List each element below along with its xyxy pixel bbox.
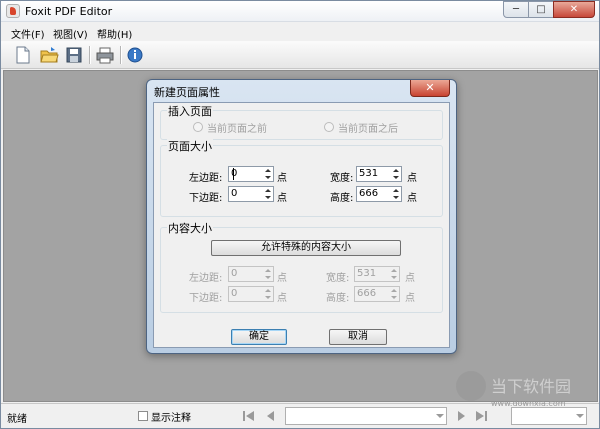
last-page-icon[interactable] (473, 408, 489, 424)
dialog-body: 插入页面 当前页面之前 当前页面之后 页面大小 左边距: 0 点 宽度: 531… (153, 102, 450, 348)
chevron-down-icon (436, 414, 444, 418)
menu-bar: 文件(F) 视图(V) 帮助(H) (1, 23, 599, 41)
cancel-button[interactable]: 取消 (329, 329, 387, 345)
insert-page-group-title: 插入页面 (167, 103, 213, 119)
zoom-combo[interactable] (511, 407, 587, 425)
content-left-margin-spinner[interactable]: 0 (228, 266, 274, 282)
content-left-margin-value: 0 (231, 268, 238, 279)
open-folder-icon[interactable] (39, 45, 59, 65)
insert-after-label: 当前页面之后 (338, 124, 398, 135)
allow-special-content-size-button[interactable]: 允许特殊的内容大小 (211, 240, 401, 256)
page-width-unit: 点 (407, 173, 417, 184)
page-width-spinner[interactable]: 531 (356, 166, 402, 182)
new-page-properties-dialog: 新建页面属性 ✕ 插入页面 当前页面之前 当前页面之后 页面大小 左边距: 0 … (146, 79, 457, 354)
spinner-arrows-icon[interactable] (263, 267, 273, 281)
prev-page-icon[interactable] (263, 408, 279, 424)
watermark-url: www.downxia.com (491, 399, 566, 408)
spinner-arrows-icon[interactable] (389, 267, 399, 281)
menu-view[interactable]: 视图(V) (53, 26, 88, 41)
window-title: Foxit PDF Editor (25, 5, 113, 18)
content-width-spinner[interactable]: 531 (354, 266, 400, 282)
menu-help[interactable]: 帮助(H) (97, 26, 132, 41)
insert-before-label: 当前页面之前 (207, 124, 267, 135)
close-button[interactable]: ✕ (553, 1, 595, 18)
page-bottom-margin-value: 0 (231, 188, 238, 199)
spinner-arrows-icon[interactable] (263, 167, 273, 181)
content-bottom-margin-unit: 点 (277, 293, 287, 304)
spinner-arrows-icon[interactable] (391, 187, 401, 201)
show-annotations-checkbox[interactable] (138, 411, 148, 421)
content-left-margin-unit: 点 (277, 273, 287, 284)
page-number-combo[interactable] (285, 407, 447, 425)
page-bottom-margin-unit: 点 (277, 193, 287, 204)
print-icon[interactable] (95, 45, 115, 65)
page-height-spinner[interactable]: 666 (356, 186, 402, 202)
spinner-arrows-icon[interactable] (263, 187, 273, 201)
foxit-logo-icon (6, 4, 20, 18)
content-size-group-title: 内容大小 (167, 220, 213, 236)
app-window: Foxit PDF Editor ─ □ ✕ 文件(F) 视图(V) 帮助(H) (0, 0, 600, 429)
spinner-arrows-icon[interactable] (263, 287, 273, 301)
dialog-title: 新建页面属性 (154, 86, 220, 99)
content-height-spinner[interactable]: 666 (354, 286, 400, 302)
status-ready-text: 就绪 (7, 414, 27, 425)
content-height-label: 高度: (326, 293, 350, 304)
page-height-unit: 点 (407, 193, 417, 204)
content-width-value: 531 (357, 268, 377, 279)
content-bottom-margin-label: 下边距: (189, 293, 223, 304)
page-height-value: 666 (359, 188, 379, 199)
menu-file[interactable]: 文件(F) (11, 26, 45, 41)
maximize-button[interactable]: □ (528, 1, 554, 18)
watermark-logo-icon (456, 371, 486, 401)
spinner-arrows-icon[interactable] (391, 167, 401, 181)
spinner-arrows-icon[interactable] (389, 287, 399, 301)
insert-before-radio[interactable] (193, 122, 203, 132)
next-page-icon[interactable] (453, 408, 469, 424)
page-bottom-margin-label: 下边距: (189, 193, 223, 204)
chevron-down-icon (576, 414, 584, 418)
content-left-margin-label: 左边距: (189, 273, 223, 284)
content-height-unit: 点 (405, 293, 415, 304)
title-bar: Foxit PDF Editor ─ □ ✕ (1, 1, 599, 22)
content-bottom-margin-spinner[interactable]: 0 (228, 286, 274, 302)
content-width-label: 宽度: (326, 273, 350, 284)
caption-buttons: ─ □ ✕ (503, 1, 595, 18)
page-left-margin-label: 左边距: (189, 173, 223, 184)
watermark-brand: 当下软件园 (491, 377, 572, 396)
toolbar (1, 41, 599, 69)
dialog-close-button[interactable]: ✕ (410, 80, 450, 97)
minimize-button[interactable]: ─ (503, 1, 529, 18)
save-icon[interactable] (64, 45, 84, 65)
page-size-group-title: 页面大小 (167, 138, 213, 154)
toolbar-separator (89, 46, 90, 64)
page-left-margin-value: 0 (231, 168, 238, 179)
content-width-unit: 点 (405, 273, 415, 284)
page-width-value: 531 (359, 168, 379, 179)
toolbar-separator (120, 46, 121, 64)
show-annotations-label: 显示注释 (151, 413, 191, 424)
page-bottom-margin-spinner[interactable]: 0 (228, 186, 274, 202)
page-width-label: 宽度: (330, 173, 354, 184)
content-height-value: 666 (357, 288, 377, 299)
page-left-margin-unit: 点 (277, 173, 287, 184)
content-bottom-margin-value: 0 (231, 288, 238, 299)
ok-button[interactable]: 确定 (231, 329, 287, 345)
new-document-icon[interactable] (13, 45, 33, 65)
info-icon[interactable] (125, 45, 145, 65)
page-height-label: 高度: (330, 193, 354, 204)
page-left-margin-spinner[interactable]: 0 (228, 166, 274, 182)
first-page-icon[interactable] (241, 408, 257, 424)
insert-after-radio[interactable] (324, 122, 334, 132)
